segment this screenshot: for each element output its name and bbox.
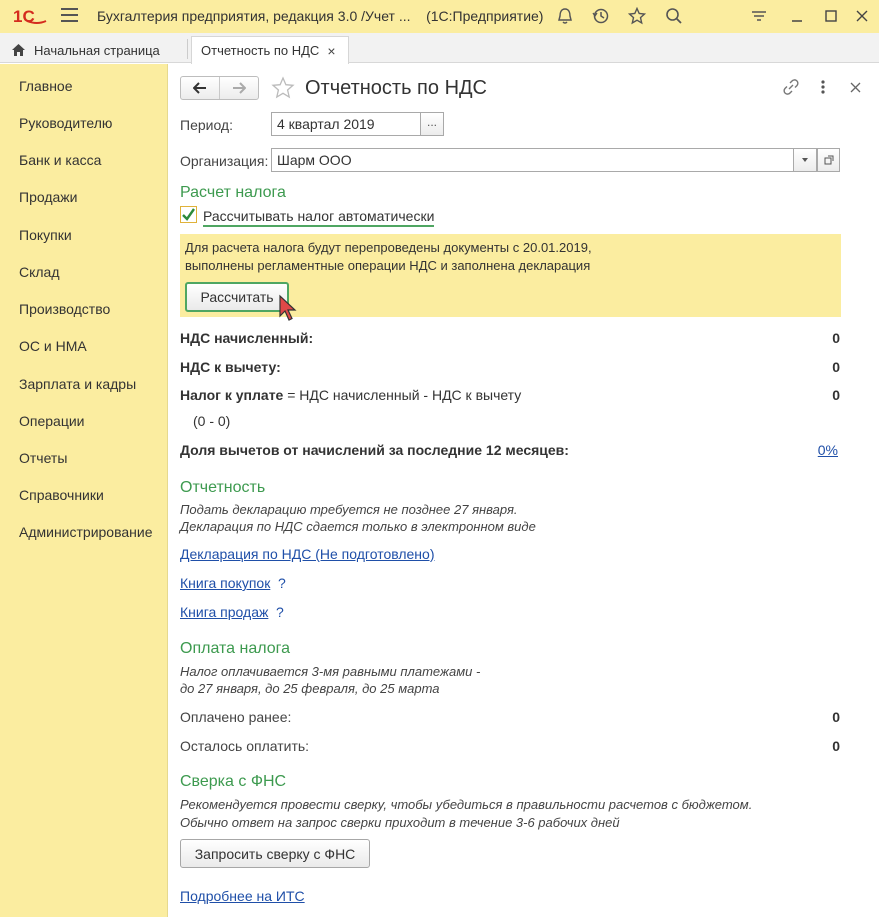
cursor-icon bbox=[279, 294, 297, 321]
sidebar-item-administration[interactable]: Администрирование bbox=[19, 524, 153, 540]
tab-home[interactable]: Начальная страница bbox=[11, 36, 160, 64]
tax-payable-label: Налог к уплате bbox=[180, 387, 284, 403]
sidebar-item-payroll[interactable]: Зарплата и кадры bbox=[19, 376, 136, 392]
sidebar-item-production[interactable]: Производство bbox=[19, 301, 110, 317]
sidebar-item-operations[interactable]: Операции bbox=[19, 413, 85, 429]
sidebar: Главное Руководителю Банк и касса Продаж… bbox=[0, 64, 168, 917]
tax-payable-value: 0 bbox=[832, 387, 840, 403]
form-close-icon[interactable] bbox=[850, 82, 861, 93]
formula-values: (0 - 0) bbox=[193, 413, 231, 429]
tax-payable-formula: = НДС начисленный - НДС к вычету bbox=[287, 387, 522, 403]
fns-note-2: Обычно ответ на запрос сверки приходит в… bbox=[180, 815, 620, 830]
remaining-value: 0 bbox=[832, 738, 840, 754]
notice-line-2: выполнены регламентные операции НДС и за… bbox=[185, 258, 591, 273]
favorite-star-icon[interactable] bbox=[271, 76, 295, 100]
dropdown-arrow-icon[interactable] bbox=[794, 148, 817, 172]
calculate-button[interactable]: Рассчитать bbox=[185, 282, 289, 312]
vat-deduct-value: 0 bbox=[832, 359, 840, 375]
bell-icon[interactable] bbox=[554, 5, 576, 27]
reporting-title: Отчетность bbox=[180, 479, 266, 496]
tab-close-icon[interactable]: × bbox=[327, 43, 335, 59]
tax-payable-row: Налог к уплате = НДС начисленный - НДС к… bbox=[180, 387, 521, 403]
remaining-label: Осталось оплатить: bbox=[180, 738, 310, 754]
sidebar-item-purchases[interactable]: Покупки bbox=[19, 227, 72, 243]
title-bar: 1С Бухгалтерия предприятия, редакция 3.0… bbox=[0, 0, 879, 33]
tax-calc-title: Расчет налога bbox=[180, 184, 286, 201]
history-icon[interactable] bbox=[590, 5, 612, 27]
purchase-book-row: Книга покупок ? bbox=[180, 575, 286, 591]
vat-accrued-label: НДС начисленный: bbox=[180, 330, 314, 346]
1c-logo[interactable]: 1С bbox=[13, 6, 47, 26]
deduction-share-label: Доля вычетов от начислений за последние … bbox=[180, 442, 569, 458]
paid-label: Оплачено ранее: bbox=[180, 709, 292, 725]
fns-note-1: Рекомендуется провести сверку, чтобы убе… bbox=[180, 797, 753, 812]
back-arrow-icon[interactable] bbox=[181, 77, 219, 99]
reporting-note-1: Подать декларацию требуется не позднее 2… bbox=[180, 502, 518, 517]
home-icon bbox=[12, 44, 25, 56]
minimize-icon[interactable] bbox=[786, 5, 808, 27]
open-icon[interactable] bbox=[817, 148, 840, 172]
request-fns-check-button[interactable]: Запросить сверку с ФНС bbox=[180, 839, 370, 868]
star-icon[interactable] bbox=[626, 5, 648, 27]
reporting-note-2: Декларация по НДС сдается только в элект… bbox=[180, 519, 536, 534]
form-area: Отчетность по НДС Период: 4 квартал 2019… bbox=[168, 64, 879, 917]
sidebar-item-main[interactable]: Главное bbox=[19, 78, 73, 94]
organization-label: Организация: bbox=[180, 153, 269, 169]
payment-title: Оплата налога bbox=[180, 640, 291, 657]
vat-accrued-value: 0 bbox=[832, 330, 840, 346]
tab-home-label: Начальная страница bbox=[34, 42, 160, 58]
purchase-book-help-icon[interactable]: ? bbox=[278, 575, 286, 591]
notice-line-1: Для расчета налога будут перепроведены д… bbox=[185, 240, 592, 255]
purchase-book-link[interactable]: Книга покупок bbox=[180, 575, 270, 591]
sidebar-item-catalogs[interactable]: Справочники bbox=[19, 487, 104, 503]
close-icon[interactable] bbox=[851, 5, 873, 27]
deduction-share-link[interactable]: 0% bbox=[818, 442, 838, 458]
period-label: Период: bbox=[180, 117, 233, 133]
tabs-bar: Начальная страница Отчетность по НДС × bbox=[0, 33, 879, 64]
menu-icon[interactable] bbox=[61, 8, 78, 24]
more-icon[interactable] bbox=[819, 79, 827, 95]
period-field[interactable]: 4 квартал 2019 bbox=[271, 112, 421, 136]
settings-icon[interactable] bbox=[748, 5, 770, 27]
tab-vat-reporting-label: Отчетность по НДС bbox=[201, 43, 320, 58]
search-icon[interactable] bbox=[663, 5, 685, 27]
form-title: Отчетность по НДС bbox=[305, 77, 488, 99]
tab-divider bbox=[187, 39, 188, 59]
auto-calc-checkbox[interactable] bbox=[180, 206, 197, 223]
sidebar-item-reports[interactable]: Отчеты bbox=[19, 450, 67, 466]
payment-note-1: Налог оплачивается 3-мя равными платежам… bbox=[180, 664, 481, 679]
organization-field[interactable]: Шарм ООО bbox=[271, 148, 794, 172]
declaration-link[interactable]: Декларация по НДС (Не подготовлено) bbox=[180, 546, 434, 562]
fns-check-title: Сверка с ФНС bbox=[180, 773, 287, 790]
payment-note-2: до 27 января, до 25 февраля, до 25 марта bbox=[180, 681, 440, 696]
vat-deduct-label: НДС к вычету: bbox=[180, 359, 281, 375]
link-icon[interactable] bbox=[782, 78, 800, 96]
maximize-icon[interactable] bbox=[820, 5, 842, 27]
paid-value: 0 bbox=[832, 709, 840, 725]
sales-book-row: Книга продаж ? bbox=[180, 604, 284, 620]
sidebar-item-bank[interactable]: Банк и касса bbox=[19, 152, 101, 168]
auto-calc-label[interactable]: Рассчитывать налог автоматически bbox=[203, 208, 435, 227]
nav-buttons bbox=[180, 76, 259, 100]
sales-book-link[interactable]: Книга продаж bbox=[180, 604, 268, 620]
app-title: Бухгалтерия предприятия, редакция 3.0 /У… bbox=[97, 8, 544, 24]
sidebar-item-warehouse[interactable]: Склад bbox=[19, 264, 60, 280]
its-link[interactable]: Подробнее на ИТС bbox=[180, 888, 305, 904]
tab-vat-reporting[interactable]: Отчетность по НДС × bbox=[191, 36, 349, 64]
sidebar-item-manager[interactable]: Руководителю bbox=[19, 115, 112, 131]
period-select-button[interactable]: ... bbox=[421, 112, 444, 136]
sales-book-help-icon[interactable]: ? bbox=[276, 604, 284, 620]
sidebar-item-sales[interactable]: Продажи bbox=[19, 189, 77, 205]
sidebar-item-fixed-assets[interactable]: ОС и НМА bbox=[19, 338, 87, 354]
forward-arrow-icon[interactable] bbox=[219, 77, 258, 99]
